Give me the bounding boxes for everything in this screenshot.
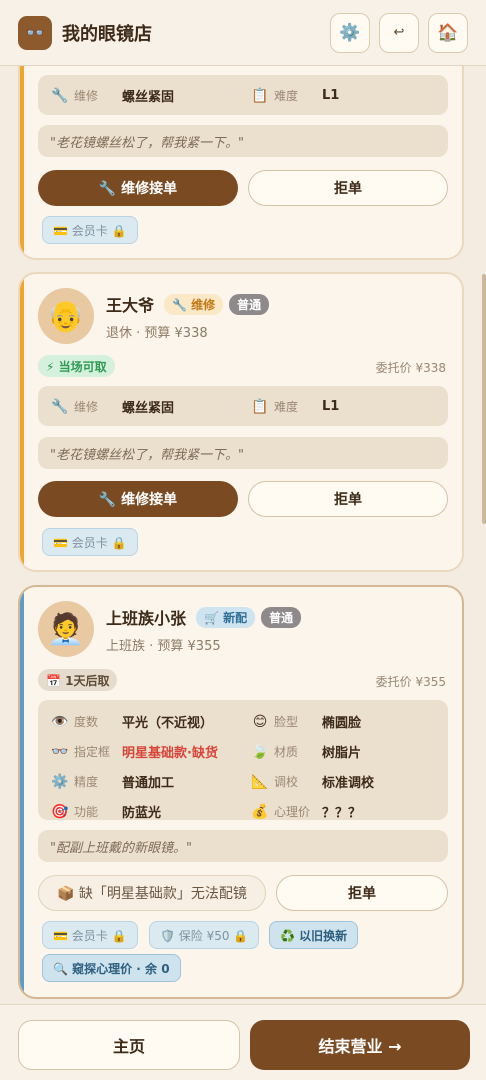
detail-icon: 🎯 [51, 803, 69, 820]
back-button[interactable]: ↩ [379, 12, 419, 53]
bottom-bar: 主页 结束营业 → [0, 1004, 486, 1080]
detail-value: 普通加工 [122, 776, 175, 791]
detail-icon: 📐 [251, 773, 269, 790]
clipboard-icon: 📋 [251, 398, 269, 415]
detail-value: 明星基础款·缺货 [122, 746, 218, 761]
detail-label: 材质 [274, 745, 299, 759]
reject-button[interactable]: 拒单 [248, 170, 448, 206]
detail-value: 平光（不近视） [122, 716, 214, 731]
member-card-chip[interactable]: 💳 会员卡 🔒 [42, 216, 138, 244]
info-difficulty: 📋 难度 L1 [251, 398, 340, 415]
detail-label: 度数 [74, 715, 99, 729]
member-card-chip[interactable]: 💳 会员卡 🔒 [42, 528, 138, 556]
reject-button[interactable]: 拒单 [276, 875, 448, 911]
detail-label: 功能 [74, 805, 99, 819]
customer-level-tag: 普通 [229, 293, 270, 315]
detail-label: 精度 [74, 775, 99, 789]
peek-price-chip[interactable]: 🔍 窥探心理价 · 余 0 [42, 954, 181, 982]
customer-quote: "配副上班戴的新眼镜。" [38, 830, 448, 862]
card-accent [20, 587, 24, 997]
clipboard-icon: 📋 [251, 87, 269, 104]
customer-level-tag: 普通 [261, 606, 302, 628]
info-detail: 🎯 功能 防蓝光 [50, 802, 250, 822]
customer-name: 上班族小张 [106, 609, 187, 628]
detail-label: 脸型 [274, 715, 299, 729]
order-type-tag: 🔧 维修 [164, 293, 224, 315]
detail-value: 标准调校 [322, 776, 375, 791]
info-detail: 😊 脸型 椭圆脸 [250, 712, 450, 732]
insurance-chip[interactable]: 🛡️ 保险 ¥50 🔒 [149, 921, 260, 949]
detail-icon: ⚙️ [51, 773, 69, 790]
order-card: 👴 王大爷 🔧 维修 普通 退休 · 预算 ¥338 ⚡ 当场可取 委托价 ¥3… [18, 272, 464, 572]
info-detail: 👓 指定框 明星基础款·缺货 [50, 742, 250, 762]
info-detail: 👁️ 度数 平光（不近视） [50, 712, 250, 732]
detail-label: 心理价 [274, 805, 311, 819]
scrollbar[interactable] [482, 274, 486, 524]
missing-frame-button[interactable]: 📦 缺「明星基础款」无法配镜 [38, 875, 266, 911]
info-detail: 🍃 材质 树脂片 [250, 742, 450, 762]
detail-icon: 🍃 [251, 743, 269, 760]
card-accent [20, 274, 24, 570]
avatar: 🧑‍💼 [38, 601, 94, 657]
detail-value: ？？？ [322, 806, 362, 821]
member-card-chip[interactable]: 💳 会员卡 🔒 [42, 921, 138, 949]
info-service: 🔧 维修 螺丝紧固 [51, 398, 175, 417]
home-button[interactable]: 主页 [18, 1020, 240, 1070]
detail-label: 指定框 [74, 745, 111, 759]
detail-icon: 😊 [252, 713, 268, 730]
gear-icon: ⚙️ [339, 22, 361, 43]
order-info-box: 🔧 维修 螺丝紧固 📋 难度 L1 [38, 75, 448, 115]
avatar: 👴 [38, 288, 94, 344]
pickup-status-badge: 📅 1天后取 [38, 669, 118, 691]
detail-value: 椭圆脸 [322, 716, 362, 731]
detail-label: 调校 [274, 775, 299, 789]
detail-value: 树脂片 [322, 746, 362, 761]
info-difficulty: 📋 难度 L1 [251, 87, 340, 104]
commission-price: 委托价 ¥338 [375, 361, 446, 375]
trade-in-chip[interactable]: ♻️ 以旧换新 [269, 921, 359, 949]
order-list[interactable]: 🔧 维修 螺丝紧固 📋 难度 L1 "老花镜螺丝松了，帮我紧一下。" 🔧 维修接单 拒单… [0, 66, 486, 1004]
customer-name: 王大爷 [106, 296, 155, 315]
home-icon: 🏠 [437, 22, 459, 43]
reject-button[interactable]: 拒单 [248, 481, 448, 517]
settings-button[interactable]: ⚙️ [330, 12, 370, 53]
glasses-icon: 👓 [18, 15, 52, 50]
info-service: 🔧 维修 螺丝紧固 [51, 87, 175, 106]
detail-icon: 👁️ [51, 713, 69, 730]
wrench-icon: 🔧 [51, 87, 69, 104]
detail-icon: 👓 [51, 743, 69, 760]
wrench-icon: 🔧 [51, 398, 69, 415]
info-detail: 💰 心理价 ？？？ [250, 802, 450, 822]
app-header: 👓 我的眼镜店 ⚙️ ↩ 🏠 [0, 0, 486, 66]
pickup-status-badge: ⚡ 当场可取 [38, 355, 115, 377]
order-info-box: 🔧 维修 螺丝紧固 📋 难度 L1 [38, 386, 448, 426]
end-business-button[interactable]: 结束营业 → [250, 1020, 470, 1070]
info-detail: 📐 调校 标准调校 [250, 772, 450, 792]
return-icon: ↩ [393, 25, 405, 40]
order-card: 🧑‍💼 上班族小张 🛒 新配 普通 上班族 · 预算 ¥355 📅 1天后取 委… [18, 585, 464, 999]
customer-subtitle: 上班族 · 预算 ¥355 [106, 639, 221, 654]
info-detail: ⚙️ 精度 普通加工 [50, 772, 250, 792]
detail-value: 防蓝光 [122, 806, 162, 821]
customer-header: 👴 王大爷 🔧 维修 普通 退休 · 预算 ¥338 [38, 288, 270, 344]
customer-header: 🧑‍💼 上班族小张 🛒 新配 普通 上班族 · 预算 ¥355 [38, 601, 302, 657]
order-card: 🔧 维修 螺丝紧固 📋 难度 L1 "老花镜螺丝松了，帮我紧一下。" 🔧 维修接单 拒单… [18, 66, 464, 260]
accept-repair-button[interactable]: 🔧 维修接单 [38, 481, 238, 517]
page-title: 我的眼镜店 [62, 23, 152, 45]
customer-quote: "老花镜螺丝松了，帮我紧一下。" [38, 125, 448, 157]
commission-price: 委托价 ¥355 [375, 675, 446, 689]
home-button[interactable]: 🏠 [428, 12, 468, 53]
customer-subtitle: 退休 · 预算 ¥338 [106, 326, 208, 341]
card-accent [20, 66, 24, 258]
customer-quote: "老花镜螺丝松了，帮我紧一下。" [38, 437, 448, 469]
detail-icon: 💰 [251, 803, 269, 820]
order-info-box: 👁️ 度数 平光（不近视） 😊 脸型 椭圆脸 👓 指定框 明星基础款·缺货 🍃 材质 树脂片 ⚙️ 精度 普… [38, 700, 450, 822]
order-type-tag: 🛒 新配 [196, 606, 256, 628]
accept-repair-button[interactable]: 🔧 维修接单 [38, 170, 238, 206]
